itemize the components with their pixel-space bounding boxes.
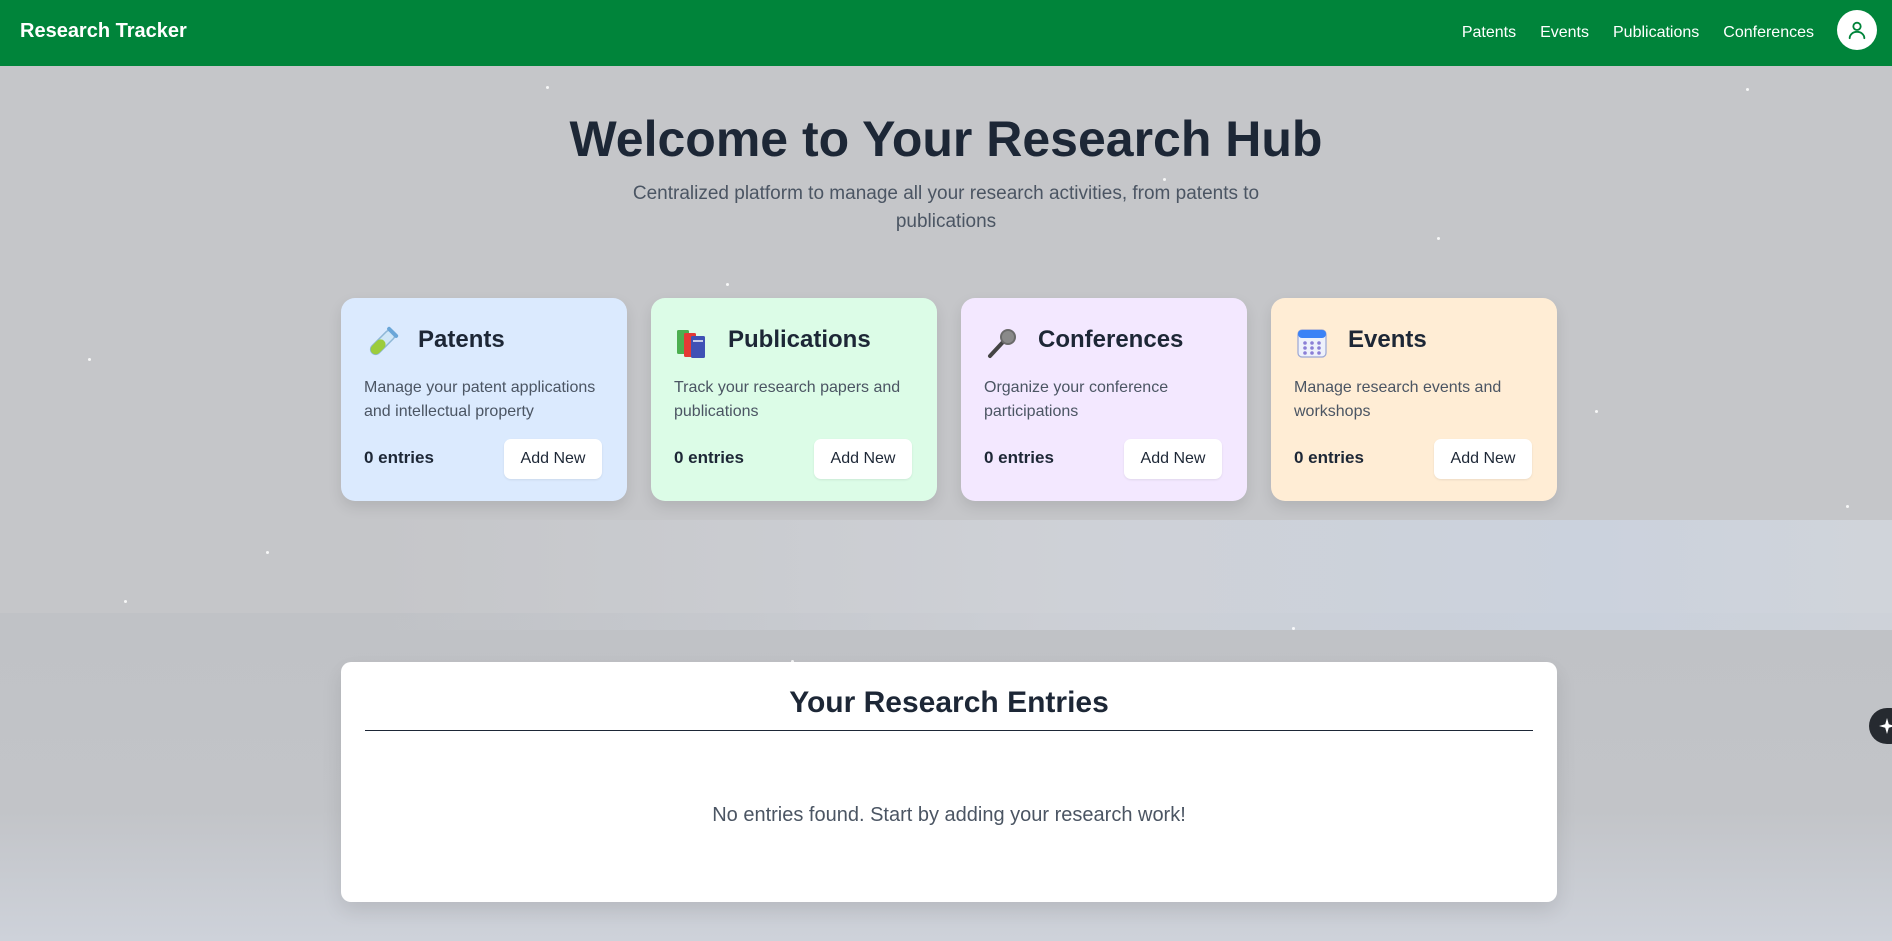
card-conferences: Conferences Organize your conference par…	[961, 298, 1247, 501]
background-haze	[380, 520, 1892, 630]
empty-state-message: No entries found. Start by adding your r…	[712, 804, 1186, 826]
card-title: Patents	[418, 326, 505, 353]
add-publication-button[interactable]: Add New	[814, 439, 912, 479]
top-navbar: Research Tracker Patents Events Publicat…	[0, 0, 1892, 66]
card-title: Events	[1348, 326, 1427, 353]
brand-logo[interactable]: Research Tracker	[20, 20, 187, 43]
card-events: Events Manage research events and worksh…	[1271, 298, 1557, 501]
research-entries-panel: Your Research Entries No entries found. …	[341, 662, 1557, 902]
card-description: Manage research events and workshops	[1294, 379, 1502, 420]
nav-links: Patents Events Publications Conferences	[1462, 0, 1814, 66]
card-entry-count: 0 entries	[364, 448, 434, 467]
card-entry-count: 0 entries	[1294, 448, 1364, 467]
add-conference-button[interactable]: Add New	[1124, 439, 1222, 479]
books-icon	[677, 330, 705, 358]
card-description: Track your research papers and publicati…	[674, 379, 901, 420]
sparkle-icon	[1879, 718, 1892, 734]
test-tube-icon	[369, 326, 399, 356]
hero-title: Welcome to Your Research Hub	[569, 111, 1323, 167]
nav-link-publications[interactable]: Publications	[1613, 24, 1699, 42]
card-title: Publications	[728, 326, 871, 353]
entries-divider	[365, 730, 1533, 731]
card-title: Conferences	[1038, 326, 1184, 353]
card-publications: Publications Track your research papers …	[651, 298, 937, 501]
user-avatar-button[interactable]	[1837, 10, 1877, 50]
card-entry-count: 0 entries	[674, 448, 744, 467]
entries-title: Your Research Entries	[789, 686, 1109, 719]
card-description: Organize your conference participations	[984, 379, 1169, 420]
nav-link-patents[interactable]: Patents	[1462, 24, 1516, 42]
hero-subtitle: Centralized platform to manage all your …	[632, 183, 1260, 232]
microphone-icon	[988, 329, 1016, 358]
card-patents: Patents Manage your patent applications …	[341, 298, 627, 501]
nav-link-conferences[interactable]: Conferences	[1723, 24, 1814, 42]
nav-link-events[interactable]: Events	[1540, 24, 1589, 42]
calendar-icon	[1297, 329, 1327, 358]
user-icon	[1848, 21, 1866, 40]
card-entry-count: 0 entries	[984, 448, 1054, 467]
card-description: Manage your patent applications and inte…	[364, 379, 596, 420]
add-patent-button[interactable]: Add New	[504, 439, 602, 479]
add-event-button[interactable]: Add New	[1434, 439, 1532, 479]
